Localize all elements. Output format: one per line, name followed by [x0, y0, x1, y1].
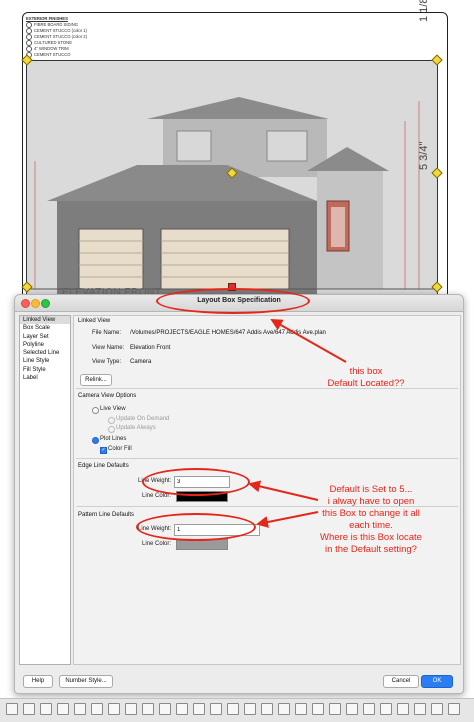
print-icon[interactable]: [193, 703, 205, 715]
window-icon[interactable]: [414, 703, 426, 715]
more-icon[interactable]: [448, 703, 460, 715]
layout-box-icon[interactable]: [23, 703, 35, 715]
cad-icon[interactable]: [125, 703, 137, 715]
grid-icon[interactable]: [210, 703, 222, 715]
line-icon[interactable]: [74, 703, 86, 715]
select-icon[interactable]: [6, 703, 18, 715]
snap-icon[interactable]: [227, 703, 239, 715]
pan-icon[interactable]: [176, 703, 188, 715]
align-icon[interactable]: [380, 703, 392, 715]
bottom-toolbar: [0, 698, 474, 722]
layer-icon[interactable]: [142, 703, 154, 715]
cut-icon[interactable]: [295, 703, 307, 715]
help-icon[interactable]: [431, 703, 443, 715]
text-icon[interactable]: [40, 703, 52, 715]
redo-icon[interactable]: [278, 703, 290, 715]
undo-icon[interactable]: [261, 703, 273, 715]
paste-icon[interactable]: [329, 703, 341, 715]
annotation-note-default-setting: Default is Set to 5... i alway have to o…: [320, 484, 422, 555]
delete-icon[interactable]: [346, 703, 358, 715]
annotation-arrows: [248, 319, 347, 528]
reference-icon[interactable]: [244, 703, 256, 715]
picture-icon[interactable]: [108, 703, 120, 715]
shape-icon[interactable]: [91, 703, 103, 715]
zoom-icon[interactable]: [159, 703, 171, 715]
group-icon[interactable]: [363, 703, 375, 715]
copy-icon[interactable]: [312, 703, 324, 715]
settings-icon[interactable]: [397, 703, 409, 715]
annotation-note-box-location: this box Default Located??: [327, 366, 405, 389]
dimension-icon[interactable]: [57, 703, 69, 715]
